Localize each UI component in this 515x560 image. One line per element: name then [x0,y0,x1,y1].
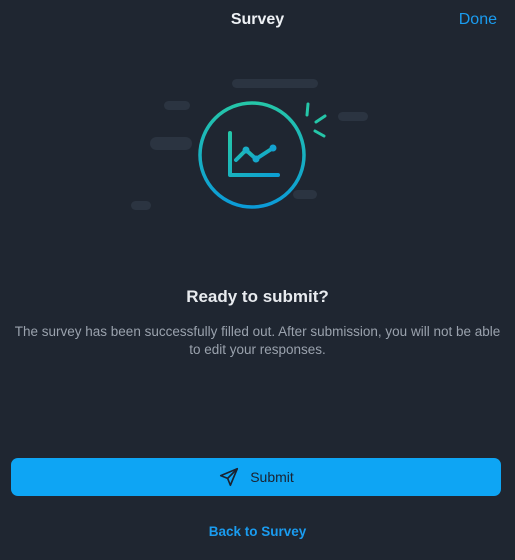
confirmation-description: The survey has been successfully filled … [14,324,501,357]
submit-button[interactable]: Submit [11,458,501,496]
sparkle-icon [305,102,327,138]
send-icon [218,466,240,488]
survey-submit-screen: Survey Done Ready to submit? The survey … [0,0,515,560]
submit-label: Submit [250,469,294,485]
confirmation-heading: Ready to submit? [186,287,329,306]
done-button[interactable]: Done [459,11,497,29]
page-title: Survey [230,11,285,28]
back-to-survey-link[interactable]: Back to Survey [0,524,515,539]
submit-illustration [131,79,368,210]
line-chart-icon [228,131,280,177]
decorative-pills [131,79,368,210]
